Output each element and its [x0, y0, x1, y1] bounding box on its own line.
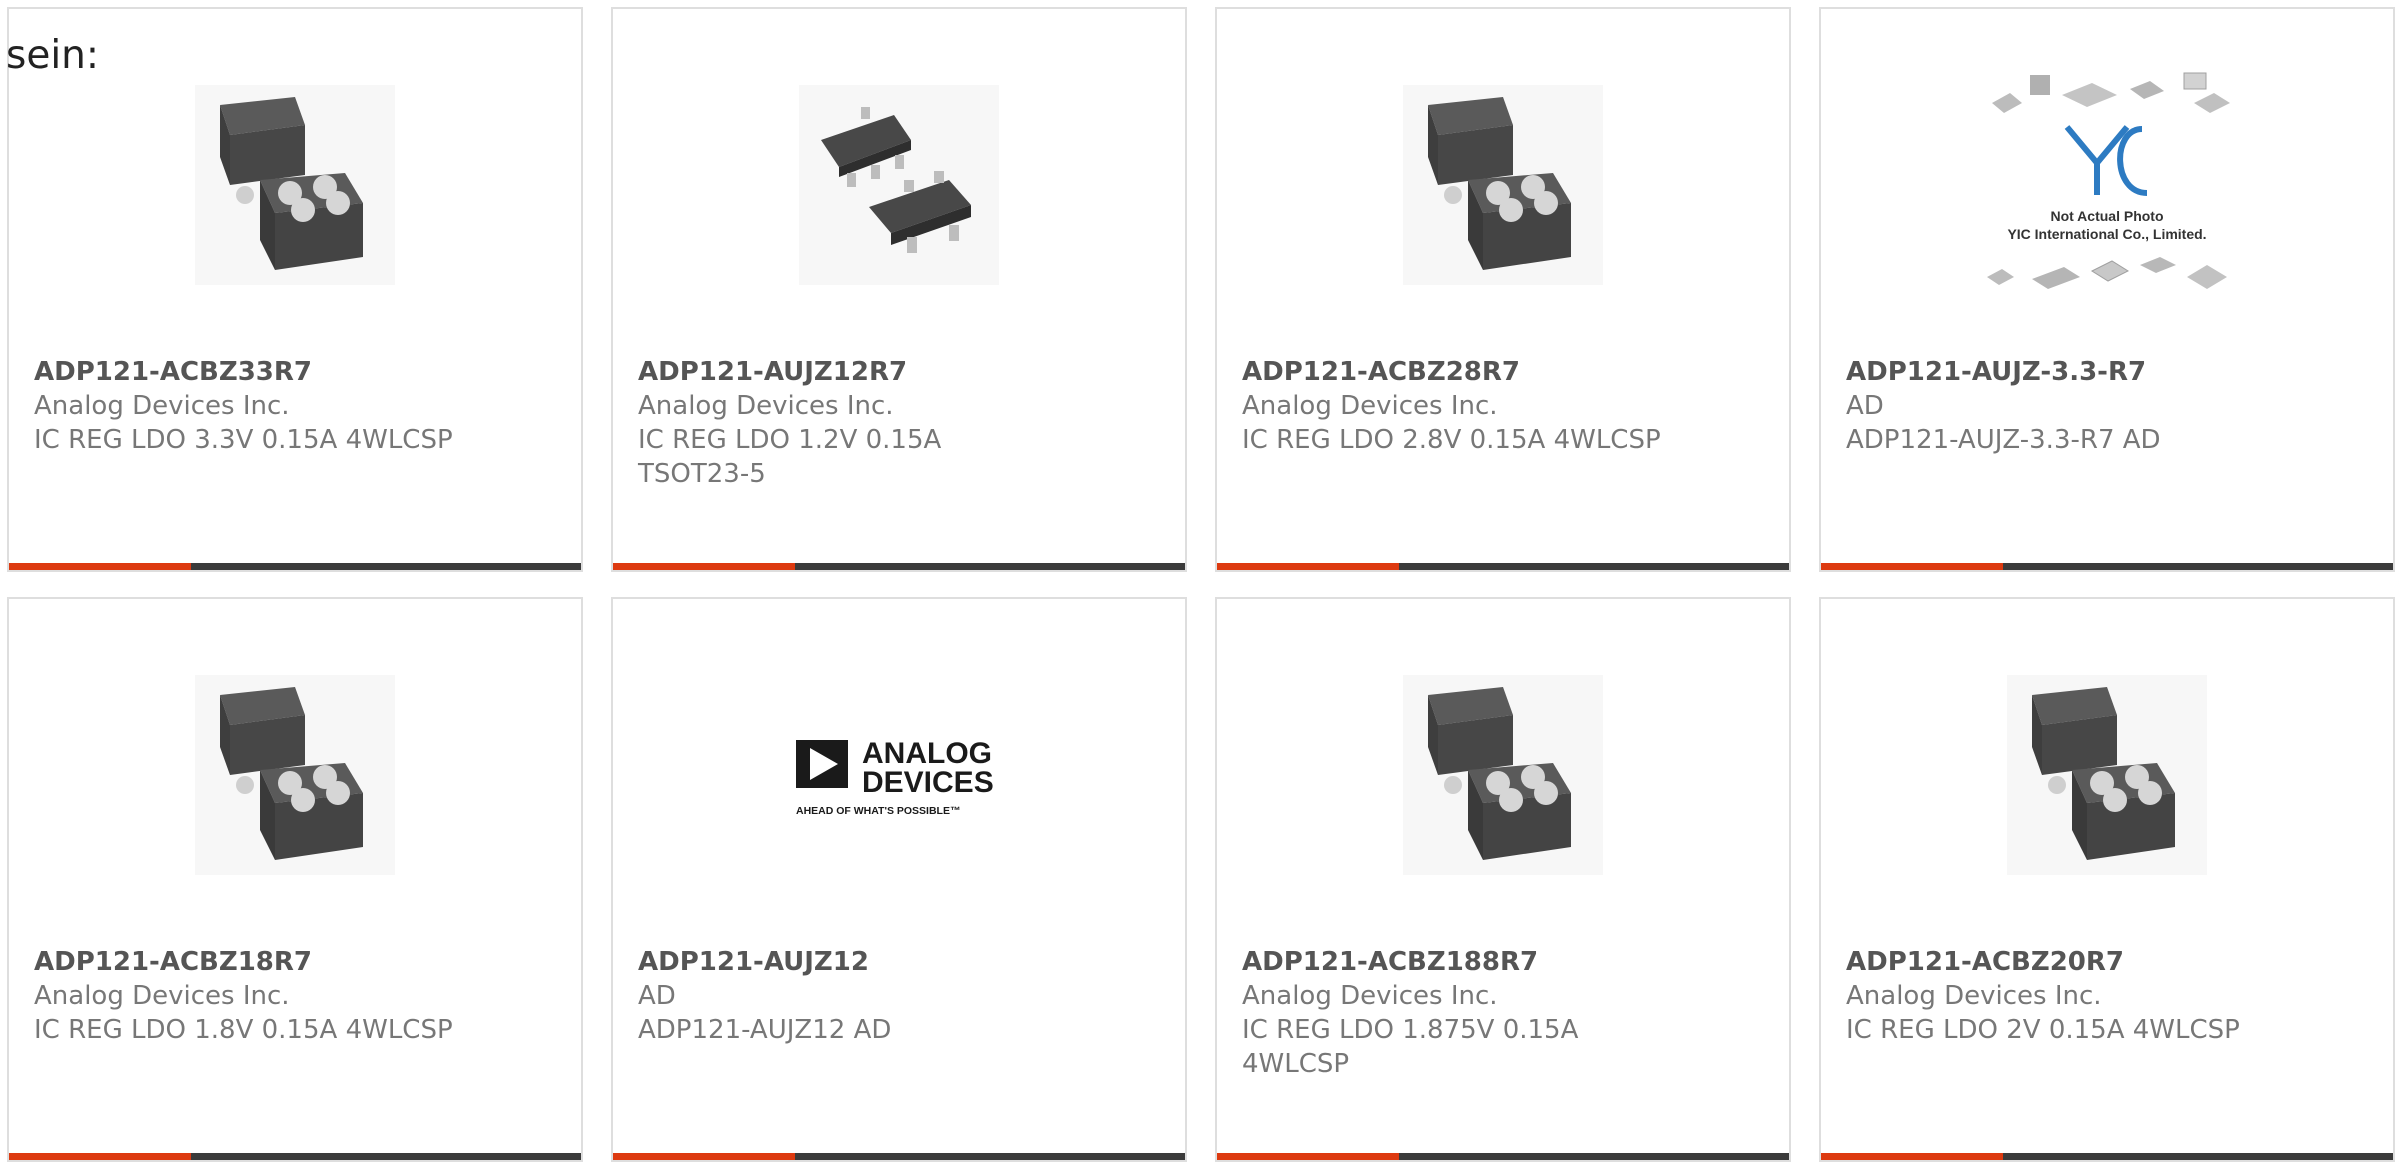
manufacturer: AD: [1846, 391, 1884, 421]
product-text: ADP121-AUJZ-3.3-R7 AD ADP121-AUJZ-3.3-R7…: [1846, 355, 2266, 457]
card-bottom-bar: [613, 1153, 1185, 1160]
manufacturer: Analog Devices Inc.: [1242, 391, 1498, 421]
description: ADP121-AUJZ12 AD: [638, 1015, 892, 1045]
part-number[interactable]: ADP121-ACBZ18R7: [34, 945, 454, 979]
card-accent-bar: [613, 563, 795, 570]
card-bottom-bar: [9, 563, 581, 570]
part-number[interactable]: ADP121-AUJZ12R7: [638, 355, 1058, 389]
manufacturer: Analog Devices Inc.: [1242, 981, 1498, 1011]
card-accent-bar: [613, 1153, 795, 1160]
analog-devices-logo-icon: ANALOG DEVICES AHEAD OF WHAT'S POSSIBLE™: [796, 737, 994, 817]
card-bottom-bar: [1217, 563, 1789, 570]
description: IC REG LDO 1.875V 0.15A 4WLCSP: [1242, 1015, 1579, 1079]
card-accent-bar: [1821, 563, 2003, 570]
description: IC REG LDO 3.3V 0.15A 4WLCSP: [34, 425, 453, 455]
yic-photo-note: Not Actual Photo: [2050, 208, 2163, 224]
part-number[interactable]: ADP121-AUJZ-3.3-R7: [1846, 355, 2266, 389]
card-bottom-bar: [1217, 1153, 1789, 1160]
product-text: ADP121-AUJZ12R7 Analog Devices Inc. IC R…: [638, 355, 1058, 491]
manufacturer: Analog Devices Inc.: [34, 981, 290, 1011]
card-accent-bar: [1821, 1153, 2003, 1160]
product-card[interactable]: ADP121-ACBZ18R7 Analog Devices Inc. IC R…: [7, 597, 583, 1162]
product-text: ADP121-ACBZ20R7 Analog Devices Inc. IC R…: [1846, 945, 2266, 1047]
part-number[interactable]: ADP121-ACBZ33R7: [34, 355, 454, 389]
product-text: ADP121-ACBZ18R7 Analog Devices Inc. IC R…: [34, 945, 454, 1047]
wlcsp-chip-photo-icon: [195, 85, 395, 285]
wlcsp-chip-photo-icon: [1403, 85, 1603, 285]
tsot23-chip-photo-icon: [799, 85, 999, 285]
description: IC REG LDO 2V 0.15A 4WLCSP: [1846, 1015, 2240, 1045]
product-text: ADP121-ACBZ28R7 Analog Devices Inc. IC R…: [1242, 355, 1662, 457]
product-image[interactable]: ANALOG DEVICES AHEAD OF WHAT'S POSSIBLE™: [613, 669, 1185, 881]
wlcsp-chip-photo-icon: [1403, 675, 1603, 875]
product-card[interactable]: ADP121-ACBZ20R7 Analog Devices Inc. IC R…: [1819, 597, 2395, 1162]
product-card[interactable]: ADP121-ACBZ188R7 Analog Devices Inc. IC …: [1215, 597, 1791, 1162]
card-bottom-bar: [1821, 563, 2393, 570]
wlcsp-chip-photo-icon: [2007, 675, 2207, 875]
description: ADP121-AUJZ-3.3-R7 AD: [1846, 425, 2161, 455]
product-text: ADP121-ACBZ33R7 Analog Devices Inc. IC R…: [34, 355, 454, 457]
product-image[interactable]: [613, 79, 1185, 291]
product-card[interactable]: ADP121-ACBZ33R7 Analog Devices Inc. IC R…: [7, 7, 583, 572]
product-image[interactable]: [9, 669, 581, 881]
part-number[interactable]: ADP121-ACBZ28R7: [1242, 355, 1662, 389]
part-number[interactable]: ADP121-AUJZ12: [638, 945, 1058, 979]
product-card[interactable]: ADP121-ACBZ28R7 Analog Devices Inc. IC R…: [1215, 7, 1791, 572]
part-number[interactable]: ADP121-ACBZ20R7: [1846, 945, 2266, 979]
product-image[interactable]: [9, 79, 581, 291]
intro-text: sein:: [6, 33, 100, 78]
manufacturer: Analog Devices Inc.: [1846, 981, 2102, 1011]
card-bottom-bar: [613, 563, 1185, 570]
product-card[interactable]: ANALOG DEVICES AHEAD OF WHAT'S POSSIBLE™…: [611, 597, 1187, 1162]
card-accent-bar: [1217, 563, 1399, 570]
product-card[interactable]: ADP121-AUJZ12R7 Analog Devices Inc. IC R…: [611, 7, 1187, 572]
part-number[interactable]: ADP121-ACBZ188R7: [1242, 945, 1662, 979]
analog-devices-logo-tagline: AHEAD OF WHAT'S POSSIBLE™: [796, 805, 960, 817]
card-bottom-bar: [9, 1153, 581, 1160]
manufacturer: Analog Devices Inc.: [638, 391, 894, 421]
manufacturer: AD: [638, 981, 676, 1011]
yic-placeholder-icon: Not Actual Photo YIC International Co., …: [1987, 72, 2230, 289]
card-bottom-bar: [1821, 1153, 2393, 1160]
yic-company-name: YIC International Co., Limited.: [2007, 226, 2206, 242]
analog-devices-logo-line2: DEVICES: [862, 766, 994, 799]
card-accent-bar: [9, 563, 191, 570]
description: IC REG LDO 1.8V 0.15A 4WLCSP: [34, 1015, 453, 1045]
product-card[interactable]: Not Actual Photo YIC International Co., …: [1819, 7, 2395, 572]
product-image[interactable]: [1217, 79, 1789, 291]
product-text: ADP121-ACBZ188R7 Analog Devices Inc. IC …: [1242, 945, 1662, 1081]
description: IC REG LDO 2.8V 0.15A 4WLCSP: [1242, 425, 1661, 455]
product-text: ADP121-AUJZ12 AD ADP121-AUJZ12 AD: [638, 945, 1058, 1047]
wlcsp-chip-photo-icon: [195, 675, 395, 875]
card-accent-bar: [1217, 1153, 1399, 1160]
description: IC REG LDO 1.2V 0.15A TSOT23-5: [638, 425, 942, 489]
product-grid: ADP121-ACBZ33R7 Analog Devices Inc. IC R…: [0, 0, 2400, 1162]
manufacturer: Analog Devices Inc.: [34, 391, 290, 421]
card-accent-bar: [9, 1153, 191, 1160]
product-image[interactable]: [1217, 669, 1789, 881]
product-image[interactable]: Not Actual Photo YIC International Co., …: [1821, 72, 2393, 291]
product-image[interactable]: [1821, 669, 2393, 881]
